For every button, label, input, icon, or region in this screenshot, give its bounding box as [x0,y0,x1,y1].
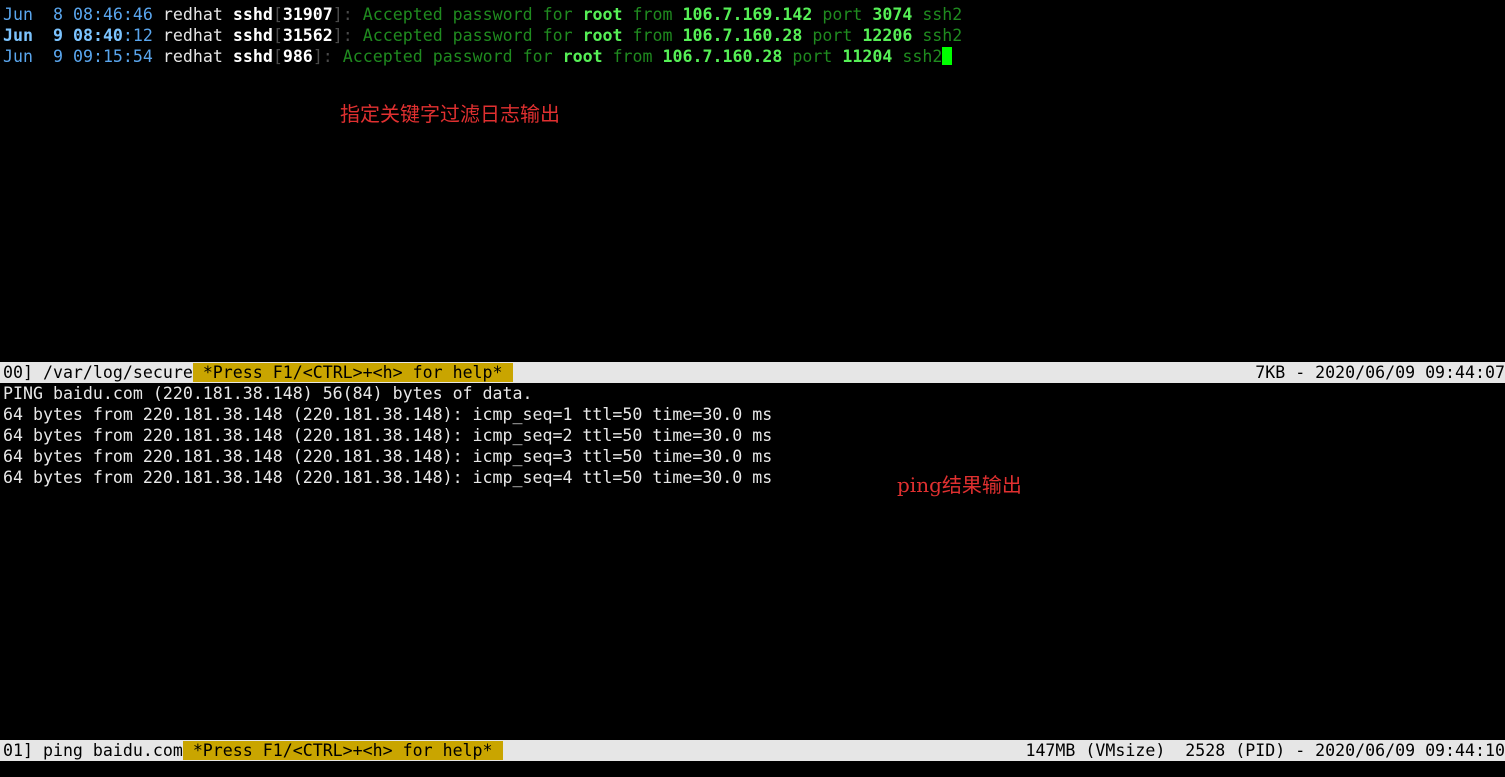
log-user: root [582,26,623,45]
status-bar-info: 147MB (VMsize) 2528 (PID) - 2020/06/09 0… [1025,741,1505,760]
status-bar-left-group: 00] /var/log/secure *Press F1/<CTRL>+<h>… [3,362,513,383]
log-msg: Accepted password for [362,26,573,45]
status-bar-log[interactable]: 00] /var/log/secure *Press F1/<CTRL>+<h>… [0,362,1505,383]
log-line: Jun 9 09:15:54 redhat sshd[986]: Accepte… [3,46,953,67]
log-from: from [632,5,673,24]
log-pid: 986 [282,47,313,66]
log-month: Jun [3,47,33,66]
ping-line: 64 bytes from 220.181.38.148 (220.181.38… [3,468,773,487]
log-month: Jun [3,26,33,45]
log-proto: ssh2 [902,47,943,66]
status-bar-ping[interactable]: 01] ping baidu.com *Press F1/<CTRL>+<h> … [0,740,1505,761]
status-bar-info: 7KB - 2020/06/09 09:44:07 [1255,363,1505,382]
log-proc: sshd [232,5,273,24]
ping-line: PING baidu.com (220.181.38.148) 56(84) b… [3,384,533,403]
log-from: from [632,26,673,45]
log-proto: ssh2 [922,26,963,45]
log-from: from [612,47,653,66]
log-month: Jun [3,5,33,24]
status-bar-window-label: 00] /var/log/secure [3,363,193,382]
log-port: 3074 [872,5,913,24]
log-annotation: 指定关键字过滤日志输出 [340,102,560,126]
log-port: 11204 [842,47,893,66]
log-user: root [582,5,623,24]
log-host: redhat [162,5,223,24]
log-day: 9 [42,26,63,45]
help-hint: *Press F1/<CTRL>+<h> for help* [192,363,513,382]
log-time-s: :12 [122,26,153,45]
log-port-word: port [792,47,833,66]
status-bar-window-label: 01] ping baidu.com [3,741,183,760]
log-time-s: :54 [122,47,153,66]
log-pid: 31562 [282,26,333,45]
ping-line: 64 bytes from 220.181.38.148 (220.181.38… [3,447,773,466]
log-port-word: port [822,5,863,24]
log-proc: sshd [232,47,273,66]
status-bar-left-group: 01] ping baidu.com *Press F1/<CTRL>+<h> … [3,740,503,761]
log-pid: 31907 [282,5,333,24]
ping-line: 64 bytes from 220.181.38.148 (220.181.38… [3,405,773,424]
log-day: 8 [42,5,63,24]
terminal-cursor [942,47,953,65]
log-host: redhat [162,47,223,66]
log-time-hm: 08:40 [72,26,123,45]
log-port-word: port [812,26,853,45]
log-user: root [562,47,603,66]
ping-annotation: ping结果输出 [897,473,1022,497]
log-ip: 106.7.169.142 [682,5,813,24]
log-day: 9 [42,47,63,66]
log-ip: 106.7.160.28 [682,26,803,45]
log-proc: sshd [232,26,273,45]
help-hint: *Press F1/<CTRL>+<h> for help* [182,741,503,760]
log-proto: ssh2 [922,5,963,24]
log-msg: Accepted password for [342,47,553,66]
log-ip: 106.7.160.28 [662,47,783,66]
log-msg: Accepted password for [362,5,573,24]
log-line: Jun 9 08:40:12 redhat sshd[31562]: Accep… [3,26,963,45]
log-time-hm: 09:15 [72,47,123,66]
log-port: 12206 [862,26,913,45]
log-host: redhat [162,26,223,45]
ping-line: 64 bytes from 220.181.38.148 (220.181.38… [3,426,773,445]
log-time-s: :46 [122,5,153,24]
log-time-hm: 08:46 [72,5,123,24]
log-line: Jun 8 08:46:46 redhat sshd[31907]: Accep… [3,5,963,24]
